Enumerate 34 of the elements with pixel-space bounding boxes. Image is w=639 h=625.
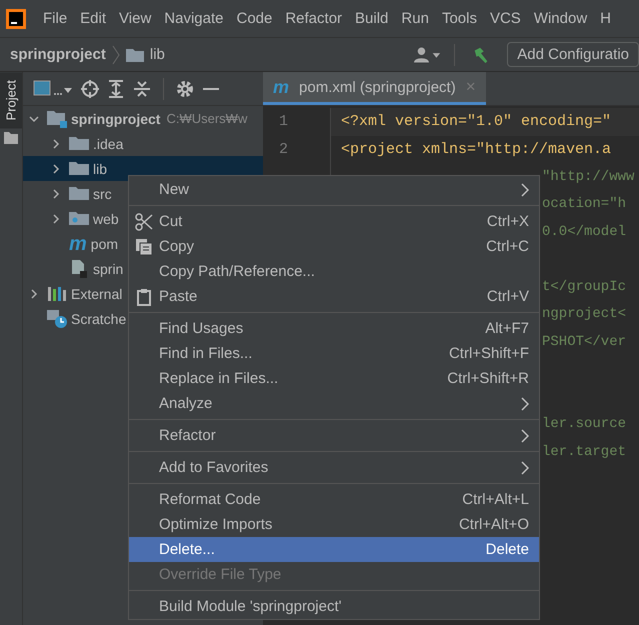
- shortcut-label: Ctrl+Alt+L: [462, 491, 529, 508]
- tree-item-label: .idea: [93, 136, 124, 152]
- code-line: ngproject<: [542, 306, 626, 322]
- tree-item-label: External: [71, 286, 122, 302]
- shortcut-label: Delete: [486, 541, 529, 558]
- shortcut-label: Ctrl+X: [486, 213, 529, 230]
- tree-item-label: sprin: [93, 260, 124, 276]
- tree-item-label: Scratche: [71, 310, 126, 326]
- shortcut-label: Ctrl+V: [486, 288, 529, 305]
- code-line: ler.source: [542, 416, 626, 432]
- tree-item-label: springproject: [71, 110, 160, 126]
- code-line: ocation="h: [542, 196, 626, 212]
- tree-item-label: web: [93, 210, 119, 226]
- tree-item-label: src: [93, 186, 112, 202]
- shortcut-label: Ctrl+Shift+R: [447, 370, 529, 387]
- maven-icon: m: [69, 234, 87, 254]
- shortcut-label: Alt+F7: [485, 320, 529, 337]
- line-number: 2: [279, 140, 288, 158]
- shortcut-label: Ctrl+Alt+O: [458, 516, 529, 533]
- code-line: 0.0</model: [542, 224, 626, 240]
- tree-item-label: pom: [90, 236, 118, 252]
- code-line: PSHOT</ver: [542, 334, 626, 350]
- code-line: "http://www: [542, 168, 634, 185]
- shortcut-label: Ctrl+C: [486, 238, 529, 255]
- line-number: 1: [279, 113, 288, 130]
- shortcut-label: Ctrl+Shift+F: [448, 345, 529, 362]
- tree-item-label: lib: [93, 160, 108, 176]
- editor-tab-label: pom.xml (springproject): [299, 78, 456, 96]
- code-line: t</groupIc: [542, 278, 626, 295]
- maven-icon: m: [273, 78, 290, 96]
- code-line: <?xml version="1.0" encoding=": [341, 113, 612, 130]
- project-path: C:₩Users₩w: [166, 111, 248, 126]
- code-line: ler.target: [542, 444, 626, 460]
- code-line: <project xmlns="http://maven.a: [341, 140, 612, 158]
